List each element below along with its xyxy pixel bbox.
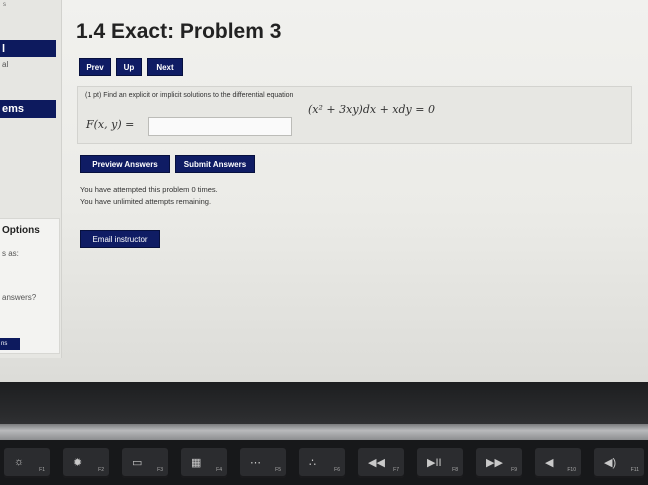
key-label: F11: [630, 467, 639, 473]
key-f10[interactable]: ◀ F10: [535, 448, 581, 478]
key-f2[interactable]: ✹ F2: [63, 448, 109, 478]
sidebar-text-al: al: [2, 60, 9, 69]
laptop-hinge: [0, 424, 648, 440]
sidebar-nav-item-active[interactable]: l: [0, 40, 56, 57]
remaining-message: You have unlimited attempts remaining.: [80, 197, 212, 206]
differential-equation: (x² + 3xy)dx + xdy = 0: [308, 103, 435, 116]
rewind-icon: ◀◀: [368, 457, 385, 469]
submit-answers-button[interactable]: Submit Answers: [175, 155, 255, 173]
key-label: F6: [334, 467, 340, 473]
key-f5[interactable]: ⋯ F5: [240, 448, 286, 478]
key-f11[interactable]: ◀) F11: [594, 448, 644, 478]
play-pause-icon: ▶II: [427, 457, 442, 469]
problem-prompt: (1 pt) Find an explicit or implicit solu…: [85, 92, 294, 99]
key-label: F4: [216, 467, 222, 473]
key-f9[interactable]: ▶▶ F9: [476, 448, 522, 478]
answer-input[interactable]: [148, 117, 292, 136]
mute-icon: ◀: [545, 457, 554, 469]
attempts-message: You have attempted this problem 0 times.: [80, 185, 218, 194]
key-label: F5: [275, 467, 281, 473]
key-label: F8: [452, 467, 458, 473]
next-button[interactable]: Next: [147, 58, 183, 76]
email-instructor-button[interactable]: Email instructor: [80, 230, 160, 248]
fast-forward-icon: ▶▶: [486, 457, 503, 469]
key-f3[interactable]: ▭ F3: [122, 448, 168, 478]
key-f6[interactable]: ∴ F6: [299, 448, 345, 478]
key-label: F2: [98, 467, 104, 473]
key-f4[interactable]: ▦ F4: [181, 448, 227, 478]
sidebar-problems-header[interactable]: ems: [0, 100, 56, 118]
key-label: F7: [393, 467, 399, 473]
sidebar: s l al ems Options s as: answers? ns: [0, 0, 62, 358]
key-label: F1: [39, 467, 45, 473]
sidebar-options-text: s as:: [2, 249, 19, 258]
up-button[interactable]: Up: [116, 58, 142, 76]
sidebar-options-heading: Options: [2, 225, 40, 236]
volume-icon: ◀): [604, 457, 617, 469]
key-f7[interactable]: ◀◀ F7: [358, 448, 404, 478]
brightness-up-icon: ✹: [73, 457, 83, 469]
sidebar-answers-text: answers?: [2, 293, 37, 302]
key-f1[interactable]: ☼ F1: [4, 448, 50, 478]
keyboard-light-up-icon: ∴: [309, 457, 316, 469]
key-label: F10: [567, 467, 576, 473]
preview-answers-button[interactable]: Preview Answers: [80, 155, 170, 173]
prev-button[interactable]: Prev: [79, 58, 111, 76]
page-title: 1.4 Exact: Problem 3: [76, 20, 282, 43]
key-f8[interactable]: ▶II F8: [417, 448, 463, 478]
keyboard-light-down-icon: ⋯: [250, 457, 261, 469]
problem-box: (1 pt) Find an explicit or implicit solu…: [77, 86, 632, 144]
key-label: F9: [511, 467, 517, 473]
sidebar-badge[interactable]: ns: [0, 338, 20, 350]
key-label: F3: [157, 467, 163, 473]
sidebar-options-panel: [0, 218, 60, 354]
launchpad-icon: ▦: [191, 457, 202, 469]
sidebar-corner-text: s: [3, 2, 6, 8]
brightness-down-icon: ☼: [14, 456, 25, 468]
mission-control-icon: ▭: [132, 457, 143, 469]
answer-label: F(x, y) =: [86, 118, 135, 131]
browser-screen: s l al ems Options s as: answers? ns 1.4…: [0, 0, 648, 382]
